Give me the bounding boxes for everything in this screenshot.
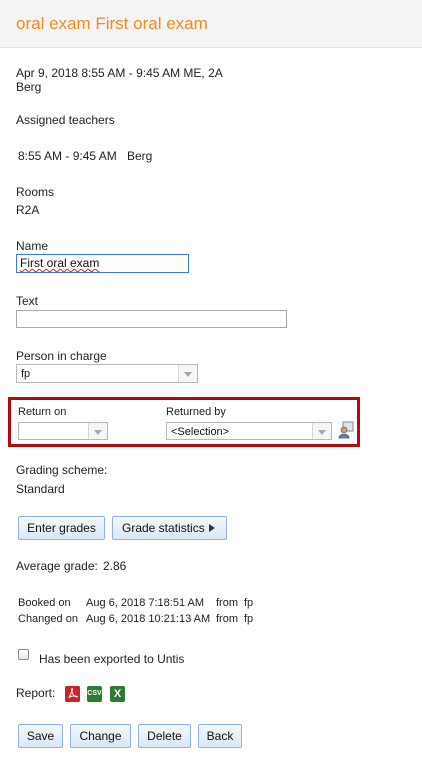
person-in-charge-value: fp [21,368,31,380]
change-button[interactable]: Change [70,724,131,748]
returned-by-select[interactable]: <Selection> [166,422,332,440]
booked-by-user: fp [244,597,254,609]
excel-icon[interactable]: X [110,686,125,702]
page-title: oral exam First oral exam [16,14,208,33]
back-button[interactable]: Back [198,724,242,748]
enter-grades-button[interactable]: Enter grades [18,516,105,540]
lesson-datetime: Apr 9, 2018 8:55 AM - 9:45 AM ME, 2A [16,66,223,80]
person-in-charge-select[interactable]: fp [16,364,198,383]
returned-by-label: Returned by [166,406,226,418]
report-label: Report: [16,686,56,700]
return-on-label: Return on [18,406,67,418]
grading-scheme-value: Standard [16,482,65,496]
save-button[interactable]: Save [18,724,63,748]
chevron-down-icon[interactable] [178,365,197,382]
assigned-teacher-time: 8:55 AM - 9:45 AM [18,149,117,163]
grade-statistics-button[interactable]: Grade statistics [112,516,227,540]
grading-scheme-label: Grading scheme: [16,463,108,477]
assigned-teachers-label: Assigned teachers [16,113,115,127]
person-in-charge-label: Person in charge [16,349,107,363]
average-grade-label: Average grade: [16,559,98,573]
rooms-label: Rooms [16,185,55,199]
lesson-teacher: Berg [16,80,42,94]
changed-by-user: fp [244,613,254,625]
average-grade-value: 2.86 [103,559,127,573]
text-input[interactable] [16,310,287,328]
changed-from-label: from [216,613,238,625]
chevron-down-icon[interactable] [88,423,107,439]
exported-label: Has been exported to Untis [39,652,185,666]
pdf-icon[interactable] [65,686,80,702]
play-arrow-icon [209,524,215,532]
user-select-icon[interactable] [338,421,354,439]
chevron-down-icon[interactable] [312,423,331,439]
changed-on-label: Changed on [18,613,78,625]
delete-button[interactable]: Delete [138,724,191,748]
page-header: oral exam First oral exam [0,0,422,48]
name-input-value: First oral exam [20,256,100,270]
name-label: Name [16,239,49,253]
csv-icon[interactable]: CSV [87,686,102,702]
returned-by-value: <Selection> [171,426,230,438]
rooms-value: R2A [16,203,40,217]
return-on-date-select[interactable] [18,422,108,440]
booked-on-date: Aug 6, 2018 7:18:51 AM [86,597,205,609]
booked-on-label: Booked on [18,597,71,609]
name-input[interactable]: First oral exam [16,254,189,273]
text-label: Text [16,294,39,308]
exported-checkbox[interactable] [18,649,29,660]
booked-from-label: from [216,597,238,609]
grade-statistics-label: Grade statistics [122,521,205,535]
assigned-teacher-name: Berg [127,149,153,163]
changed-on-date: Aug 6, 2018 10:21:13 AM [86,613,211,625]
